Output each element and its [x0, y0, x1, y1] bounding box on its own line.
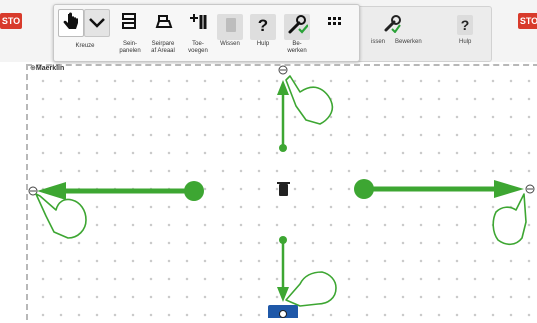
trash-icon[interactable] [277, 182, 290, 196]
resize-left-arrow [37, 181, 204, 201]
resize-up-arrow [277, 80, 289, 152]
resize-right-arrow [354, 179, 524, 199]
resize-handle-icon [279, 310, 287, 318]
gesture-overlay [28, 65, 535, 307]
bottom-resize-handle[interactable] [268, 305, 298, 318]
resize-down-arrow [277, 236, 289, 302]
